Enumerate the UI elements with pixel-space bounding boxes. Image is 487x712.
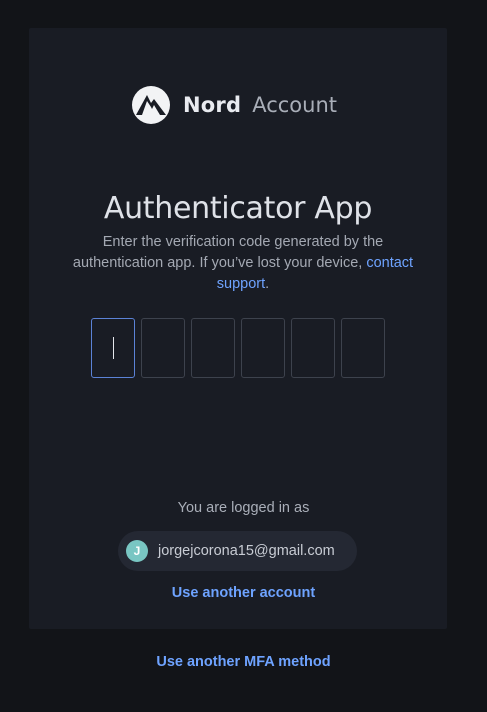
code-digit-5[interactable]	[291, 318, 335, 378]
account-email: jorgejcorona15@gmail.com	[158, 543, 335, 559]
use-another-mfa-link[interactable]: Use another MFA method	[0, 654, 487, 670]
avatar: J	[126, 540, 148, 562]
page-title: Authenticator App	[103, 191, 373, 226]
code-digit-3[interactable]	[191, 318, 235, 378]
brand-product: Account	[252, 93, 337, 117]
instructions-text: Enter the verification code generated by…	[66, 232, 420, 295]
code-digit-4[interactable]	[241, 318, 285, 378]
nord-logo-icon	[132, 86, 170, 124]
account-chip: J jorgejcorona15@gmail.com	[118, 531, 357, 571]
code-digit-6[interactable]	[341, 318, 385, 378]
code-digit-2[interactable]	[141, 318, 185, 378]
instructions-body: Enter the verification code generated by…	[72, 234, 384, 271]
text-caret	[113, 337, 114, 359]
use-another-account-link[interactable]: Use another account	[0, 585, 487, 601]
brand-header: Nord Account	[29, 86, 447, 124]
code-digit-1[interactable]	[91, 318, 135, 378]
verification-code-input	[91, 318, 391, 378]
brand-name: Nord	[183, 93, 242, 117]
instructions-suffix: .	[265, 276, 270, 292]
logged-in-label: You are logged in as	[177, 500, 310, 516]
